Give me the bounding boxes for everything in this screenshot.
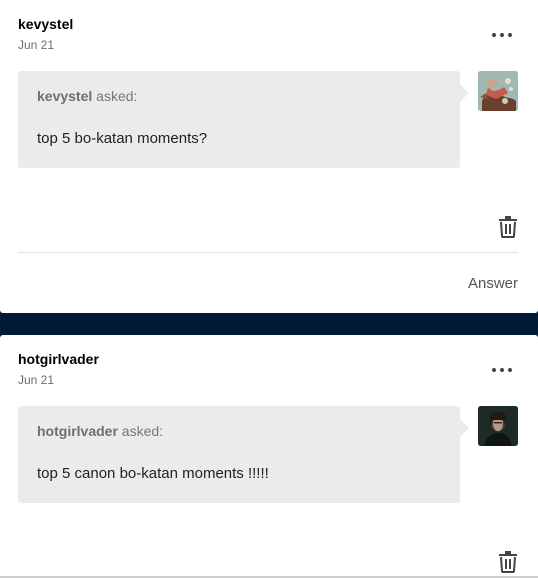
asker-line: kevystel asked: [37,88,137,104]
trash-icon[interactable] [498,551,518,573]
answer-button[interactable]: Answer [468,275,518,292]
asker-name[interactable]: hotgirlvader [37,423,118,439]
ask-post-card: kevystel Jun 21 kevystel asked: top 5 bo… [0,0,538,313]
more-options-icon[interactable] [492,30,514,40]
ask-bubble: kevystel asked: top 5 bo-katan moments? [18,71,469,168]
ask-bubble: hotgirlvader asked: top 5 canon bo-katan… [18,406,469,503]
asker-avatar[interactable] [478,406,518,446]
post-date[interactable]: Jun 21 [18,38,54,52]
ask-post-card: hotgirlvader Jun 21 hotgirlvader asked: … [0,335,538,578]
asker-avatar[interactable] [478,71,518,111]
more-options-icon[interactable] [492,365,514,375]
question-text: top 5 bo-katan moments? [37,130,208,147]
post-date[interactable]: Jun 21 [18,373,54,387]
divider [18,252,518,253]
asker-name[interactable]: kevystel [37,88,92,104]
asked-label: asked: [121,423,164,439]
asker-line: hotgirlvader asked: [37,423,163,439]
asked-label: asked: [96,88,138,104]
post-username[interactable]: kevystel [18,16,73,32]
question-text: top 5 canon bo-katan moments !!!!! [37,465,269,482]
trash-icon[interactable] [498,216,518,238]
post-username[interactable]: hotgirlvader [18,351,99,367]
